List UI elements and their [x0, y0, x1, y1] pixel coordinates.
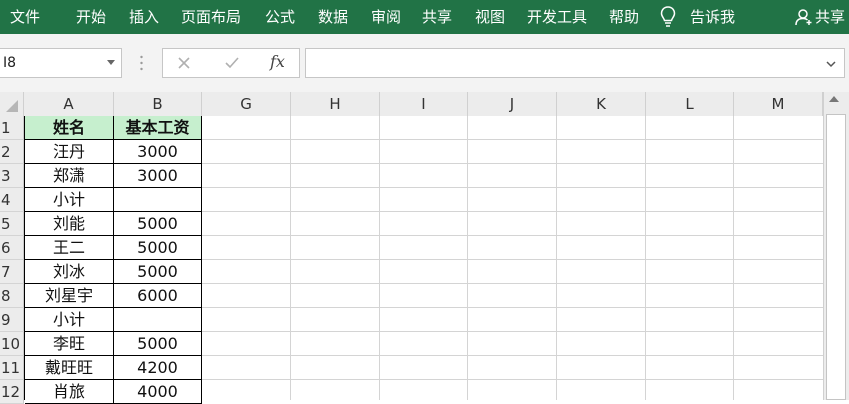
tab-file[interactable]: 文件 — [10, 0, 40, 34]
formula-input[interactable] — [305, 48, 845, 78]
cancel-icon[interactable] — [177, 56, 191, 70]
tab-data[interactable]: 数据 — [318, 0, 348, 34]
tab-page-layout[interactable]: 页面布局 — [181, 0, 241, 34]
row-header-11[interactable]: 11 — [0, 356, 24, 380]
cell-a12[interactable]: 肖旅 — [25, 380, 114, 404]
select-all-triangle-icon — [6, 100, 18, 112]
insert-function-button[interactable]: fx — [270, 52, 285, 71]
row-header-2[interactable]: 2 — [0, 140, 24, 164]
cell-a9[interactable]: 小计 — [25, 308, 114, 332]
tab-review[interactable]: 审阅 — [371, 0, 401, 34]
tab-view[interactable]: 视图 — [475, 0, 505, 34]
user-icon[interactable] — [795, 8, 813, 26]
gridline — [202, 187, 823, 188]
tab-share[interactable]: 共享 — [422, 0, 452, 34]
row-header-5[interactable]: 5 — [0, 212, 24, 236]
gridline — [202, 355, 823, 356]
row-header-6[interactable]: 6 — [0, 236, 24, 260]
cell-b6[interactable]: 5000 — [114, 236, 202, 260]
row-header-1[interactable]: 1 — [0, 116, 24, 140]
gridline — [467, 116, 468, 400]
tab-formulas[interactable]: 公式 — [265, 0, 295, 34]
cell-a6[interactable]: 王二 — [25, 236, 114, 260]
expand-icon[interactable] — [826, 60, 836, 68]
gridline — [202, 307, 823, 308]
gridline — [202, 163, 823, 164]
cell-b2[interactable]: 3000 — [114, 140, 202, 164]
column-header-g[interactable]: G — [202, 92, 291, 116]
column-header-k[interactable]: K — [557, 92, 646, 116]
gridline — [379, 116, 380, 400]
column-header-h[interactable]: H — [291, 92, 380, 116]
cell-a10[interactable]: 李旺 — [25, 332, 114, 356]
drag-handle-icon[interactable] — [140, 54, 143, 72]
column-header-b[interactable]: B — [114, 92, 202, 116]
column-header-i[interactable]: I — [380, 92, 468, 116]
gridline — [733, 116, 734, 400]
cell-a8[interactable]: 刘星宇 — [25, 284, 114, 308]
row-header-12[interactable]: 12 — [0, 380, 24, 404]
column-header-a[interactable]: A — [24, 92, 114, 116]
cell-a7[interactable]: 刘冰 — [25, 260, 114, 284]
cell-a2[interactable]: 汪丹 — [25, 140, 114, 164]
cell-a4[interactable]: 小计 — [25, 188, 114, 212]
gridline — [645, 116, 646, 400]
cell-a11[interactable]: 戴旺旺 — [25, 356, 114, 380]
cell-a1[interactable]: 姓名 — [25, 116, 114, 140]
tab-insert[interactable]: 插入 — [129, 0, 159, 34]
tab-developer[interactable]: 开发工具 — [527, 0, 587, 34]
cell-b4[interactable] — [114, 188, 202, 212]
row-header-3[interactable]: 3 — [0, 164, 24, 188]
cell-b7[interactable]: 5000 — [114, 260, 202, 284]
cell-b10[interactable]: 5000 — [114, 332, 202, 356]
cell-b8[interactable]: 6000 — [114, 284, 202, 308]
row-header-8[interactable]: 8 — [0, 284, 24, 308]
gridline — [202, 211, 823, 212]
lightbulb-icon[interactable] — [660, 6, 676, 28]
tell-me-box[interactable]: 告诉我 — [690, 0, 735, 34]
gridline — [202, 379, 823, 380]
row-header-9[interactable]: 9 — [0, 308, 24, 332]
cell-a3[interactable]: 郑潇 — [25, 164, 114, 188]
gridline — [202, 235, 823, 236]
gridline — [290, 116, 291, 400]
cell-b5[interactable]: 5000 — [114, 212, 202, 236]
column-header-j[interactable]: J — [468, 92, 557, 116]
row-header-10[interactable]: 10 — [0, 332, 24, 356]
cell-b3[interactable]: 3000 — [114, 164, 202, 188]
tab-home[interactable]: 开始 — [76, 0, 106, 34]
column-header-m[interactable]: M — [734, 92, 823, 116]
scroll-up-arrow-icon[interactable] — [829, 96, 839, 102]
name-box-value: I8 — [3, 55, 17, 71]
gridline — [202, 139, 823, 140]
cell-b9[interactable] — [114, 308, 202, 332]
cell-a5[interactable]: 刘能 — [25, 212, 114, 236]
gridline — [556, 116, 557, 400]
cell-b1[interactable]: 基本工资 — [114, 116, 202, 140]
confirm-icon[interactable] — [224, 56, 240, 70]
gridline — [202, 283, 823, 284]
scrollbar-thumb[interactable] — [826, 114, 846, 400]
cell-b11[interactable]: 4200 — [114, 356, 202, 380]
gridline — [202, 259, 823, 260]
tab-help[interactable]: 帮助 — [609, 0, 639, 34]
share-button[interactable]: 共享 — [815, 0, 845, 34]
chevron-down-icon[interactable] — [107, 60, 115, 65]
cell-b12[interactable]: 4000 — [114, 380, 202, 404]
name-box[interactable]: I8 — [0, 48, 122, 78]
gridline — [202, 331, 823, 332]
row-header-4[interactable]: 4 — [0, 188, 24, 212]
column-header-l[interactable]: L — [646, 92, 734, 116]
row-header-7[interactable]: 7 — [0, 260, 24, 284]
